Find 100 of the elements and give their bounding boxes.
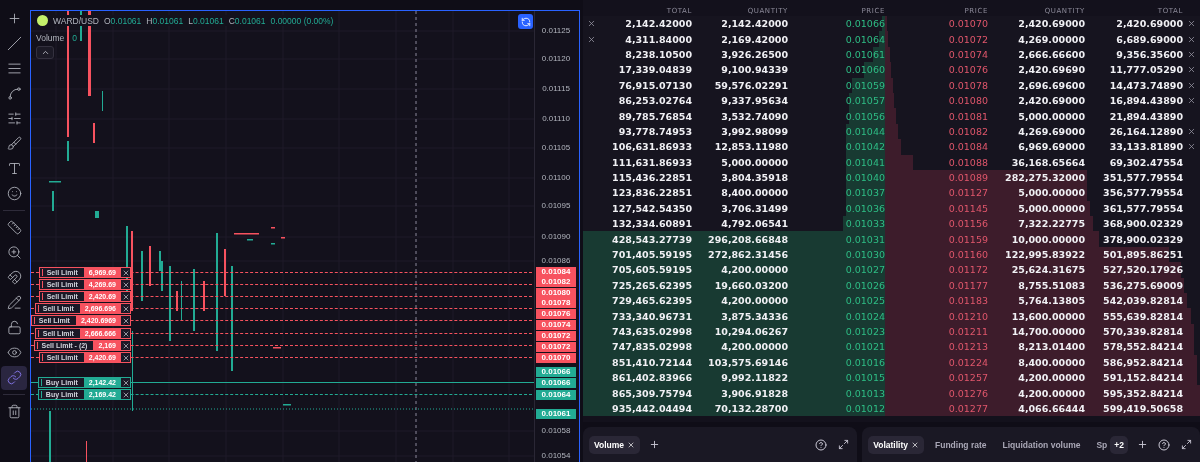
axis-label: 0.01115 bbox=[541, 84, 571, 94]
total-cell-text: 378,900.02329 bbox=[1102, 233, 1183, 245]
quantity-cell-text: 10,294.06267 bbox=[713, 326, 788, 337]
quantity-cell-text: 3,906.91828 bbox=[720, 387, 788, 399]
curve-tool-icon bbox=[6, 86, 22, 101]
total-cell-text: 861,402.83966 bbox=[611, 372, 692, 384]
quantity-cell-text: 8,400.00000 bbox=[1017, 356, 1085, 368]
total-cell-text: 2,142.42000 bbox=[624, 18, 692, 30]
quantity-cell-text: 4,269.69000 bbox=[1017, 125, 1085, 137]
sync-button[interactable] bbox=[518, 14, 533, 29]
total-cell-text: 851,410.72144 bbox=[611, 356, 692, 368]
cancel-order-button[interactable] bbox=[1186, 126, 1197, 137]
quantity-cell-text: 25,624.31675 bbox=[1010, 264, 1085, 276]
bid-price-cell-text: 0.01013 bbox=[844, 387, 885, 399]
total-cell-text: 599,419.50658 bbox=[1102, 402, 1183, 414]
crosshair-icon bbox=[6, 11, 22, 26]
volume-label: Volume bbox=[36, 33, 65, 43]
price-change: 0.00000 (0.00%) bbox=[270, 15, 334, 26]
bid-price-cell-text: 0.01056 bbox=[844, 110, 885, 122]
quantity-cell-text: 3,992.98099 bbox=[720, 125, 788, 137]
total-cell-text: 127,542.54350 bbox=[611, 202, 692, 214]
volume-value: 0 bbox=[72, 33, 78, 43]
total-cell-text: 86,253.02764 bbox=[617, 95, 692, 107]
ask-price-cell-text: 0.01177 bbox=[947, 279, 988, 291]
help-button[interactable] bbox=[813, 436, 830, 453]
close-icon[interactable] bbox=[911, 440, 919, 449]
cancel-order-button[interactable] bbox=[120, 340, 131, 351]
cancel-order-button[interactable] bbox=[586, 18, 597, 29]
quantity-cell-text: 2,666.66600 bbox=[1017, 48, 1085, 60]
quantity-cell-text: 4,200.00000 bbox=[1017, 372, 1085, 384]
quantity-cell-text: 10,000.00000 bbox=[1010, 233, 1085, 245]
collapse-button[interactable] bbox=[36, 46, 54, 59]
cancel-order-button[interactable] bbox=[120, 352, 131, 363]
price-tag: 0.01064 bbox=[536, 390, 576, 400]
pencil-icon bbox=[6, 295, 22, 310]
quantity-cell-text: 2,169.42000 bbox=[720, 33, 788, 45]
axis-label: 0.01058 bbox=[540, 426, 572, 436]
cancel-order-button[interactable] bbox=[120, 328, 131, 339]
cancel-order-button[interactable] bbox=[1186, 80, 1197, 91]
cancel-order-button[interactable] bbox=[1186, 18, 1197, 29]
panel-tab[interactable]: Volatility bbox=[868, 435, 924, 454]
cancel-order-button[interactable] bbox=[1186, 64, 1197, 75]
cancel-order-button[interactable] bbox=[120, 291, 131, 302]
unlock-icon bbox=[6, 320, 22, 335]
cancel-order-button[interactable] bbox=[120, 267, 131, 278]
cancel-order-button[interactable] bbox=[120, 303, 131, 314]
axis-label: 0.01125 bbox=[540, 26, 572, 36]
ask-price-cell-text: 0.01127 bbox=[947, 187, 988, 199]
axis-label: 0.01086 bbox=[540, 256, 572, 266]
total-cell-text: 570,339.82814 bbox=[1102, 326, 1183, 337]
quantity-cell-text: 272,862.31456 bbox=[707, 249, 788, 261]
quantity-cell-text: 5,000.00000 bbox=[1017, 202, 1085, 214]
trash-icon bbox=[6, 404, 22, 419]
total-cell-text: 368,900.02329 bbox=[1102, 218, 1183, 230]
total-cell-text: 743,635.02998 bbox=[611, 326, 692, 337]
total-cell-text: 701,405.59195 bbox=[611, 249, 692, 261]
quantity-cell-text: 2,696.69600 bbox=[1017, 79, 1085, 91]
bid-price-cell-text: 0.01060 bbox=[844, 64, 885, 76]
panel-tab[interactable]: Sp bbox=[1091, 435, 1113, 454]
more-tabs-button[interactable]: +2 bbox=[1110, 435, 1128, 454]
cancel-order-button[interactable] bbox=[120, 389, 131, 400]
help-button[interactable] bbox=[1156, 436, 1172, 453]
ask-price-cell-text: 0.01160 bbox=[947, 249, 988, 261]
cancel-order-button[interactable] bbox=[1186, 141, 1197, 152]
cancel-order-button[interactable] bbox=[1186, 49, 1197, 60]
cancel-order-button[interactable] bbox=[120, 315, 131, 326]
quantity-cell-text: 3,926.26500 bbox=[720, 48, 788, 60]
axis-label: 0.01120 bbox=[540, 54, 572, 64]
total-cell-text: 356,577.79554 bbox=[1102, 187, 1183, 199]
ask-price-cell-text: 0.01076 bbox=[947, 64, 988, 76]
quantity-cell-text: 59,576.02291 bbox=[713, 79, 788, 91]
cancel-order-button[interactable] bbox=[120, 279, 131, 290]
smiley-icon bbox=[6, 186, 22, 201]
ohlc-value: L0.01061 bbox=[188, 15, 224, 26]
total-cell-text: 21,894.43890 bbox=[1108, 110, 1183, 122]
panel-tab[interactable]: Funding rate bbox=[930, 435, 992, 454]
panel-tab[interactable]: Liquidation volume bbox=[997, 435, 1086, 454]
total-cell-text: 123,836.22851 bbox=[611, 187, 692, 199]
close-icon[interactable] bbox=[627, 440, 636, 449]
axis-label: 0.01110 bbox=[541, 114, 571, 124]
total-cell-text: 93,778.74953 bbox=[617, 125, 692, 137]
total-cell-text: 865,309.75794 bbox=[611, 387, 692, 399]
total-cell-text: 6,689.69000 bbox=[1115, 33, 1183, 45]
bid-price-cell-text: 0.01042 bbox=[844, 141, 885, 153]
total-cell-text: 595,352.84214 bbox=[1102, 387, 1183, 399]
cancel-order-button[interactable] bbox=[120, 377, 131, 388]
total-cell-text: 106,631.86933 bbox=[611, 141, 692, 153]
cancel-order-button[interactable] bbox=[1186, 34, 1197, 45]
bid-price-cell-text: 0.01040 bbox=[844, 172, 885, 184]
total-cell-text: 16,894.43890 bbox=[1108, 95, 1183, 107]
link-button[interactable] bbox=[1, 365, 27, 390]
cancel-order-button[interactable] bbox=[586, 34, 597, 45]
bid-price-cell-text: 0.01044 bbox=[844, 125, 885, 137]
cancel-order-button[interactable] bbox=[1186, 95, 1197, 106]
total-cell-text: 76,915.07130 bbox=[617, 79, 692, 91]
ask-price-cell-text: 0.01183 bbox=[947, 295, 988, 307]
panel-tab[interactable]: Volume bbox=[589, 435, 641, 454]
total-cell-text: 747,835.02998 bbox=[611, 341, 692, 353]
bid-price-cell-text: 0.01021 bbox=[844, 341, 885, 353]
bid-price-cell-text: 0.01030 bbox=[844, 249, 885, 261]
